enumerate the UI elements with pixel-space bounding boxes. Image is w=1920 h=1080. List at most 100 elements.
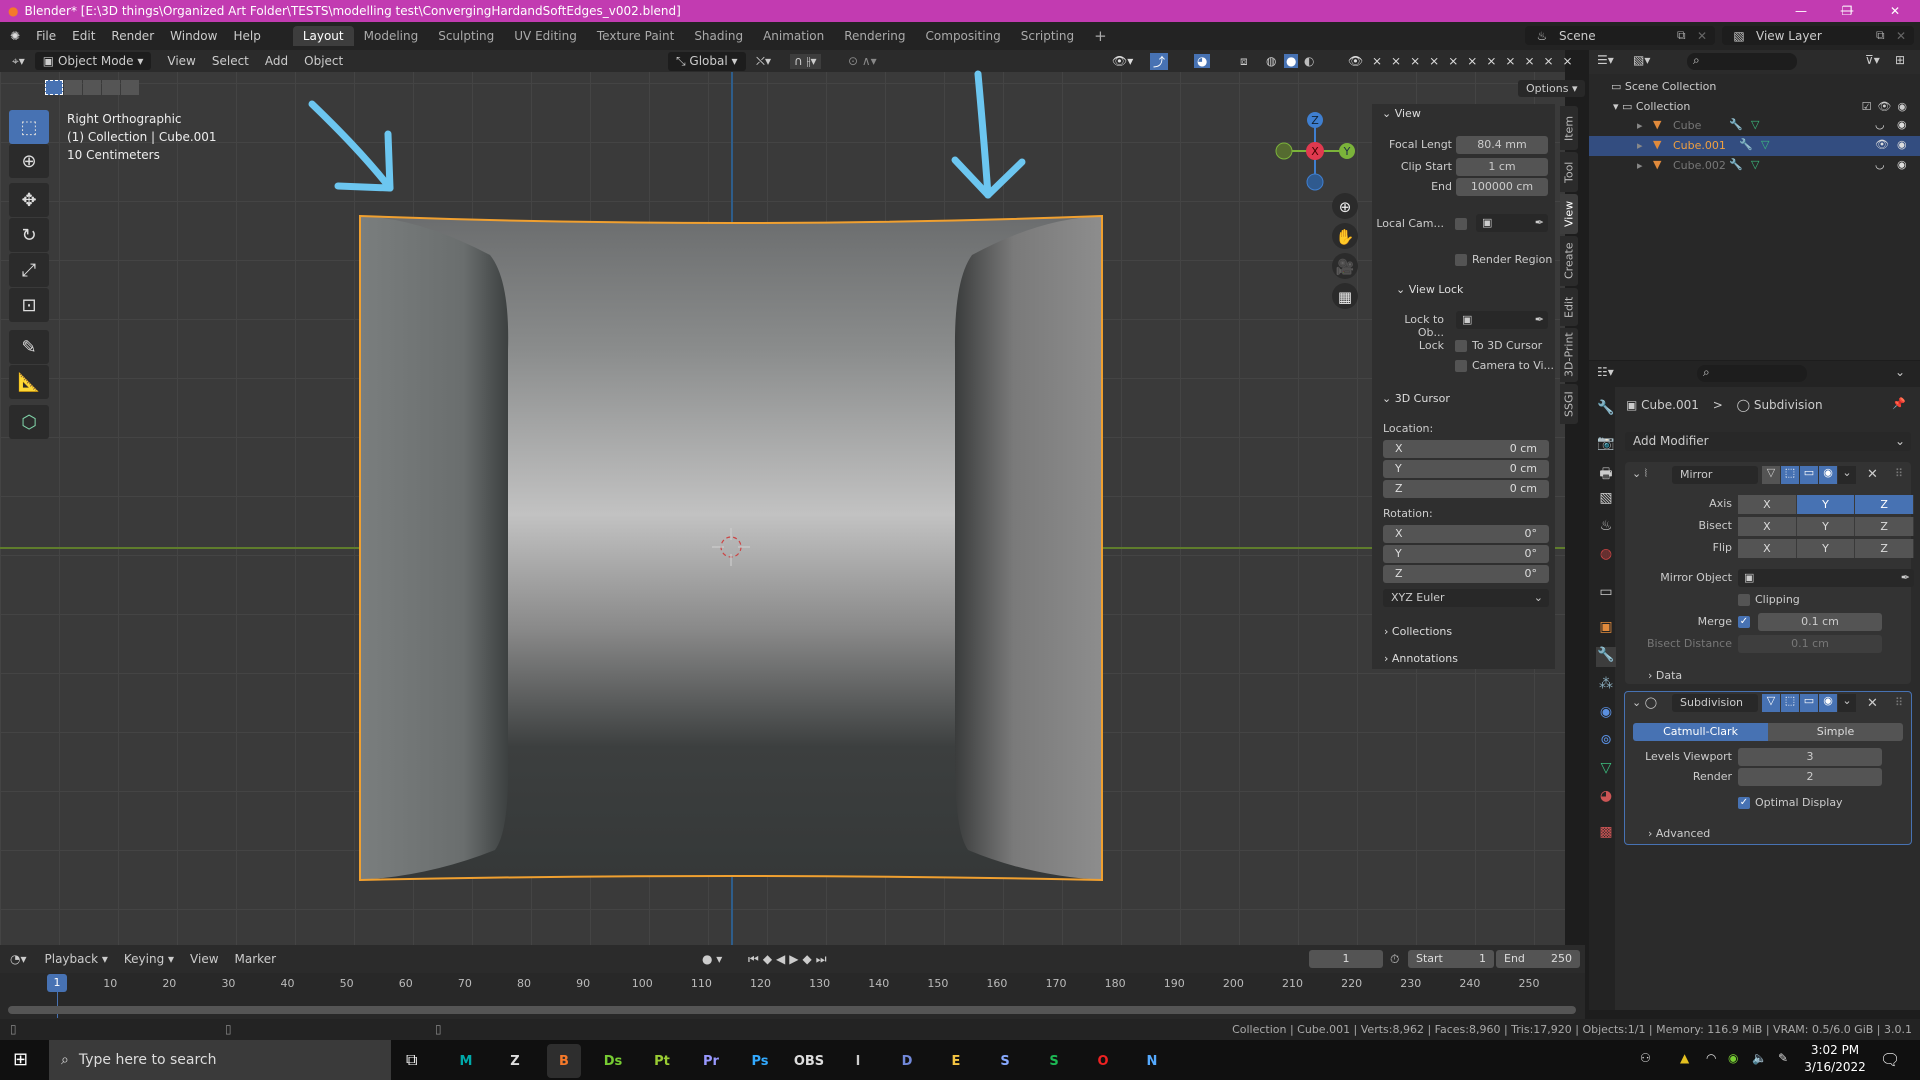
mirror-collapse-icon[interactable]: ⌄ ⦚ xyxy=(1632,467,1647,481)
taskbar-app-spotify-icon[interactable]: S xyxy=(1037,1044,1071,1078)
render-levels-field[interactable]: 2 xyxy=(1738,768,1882,786)
catmull-clark-button[interactable]: Catmull-Clark xyxy=(1633,723,1768,741)
timeline-menu-marker[interactable]: Marker xyxy=(227,952,284,966)
bisect-y-toggle[interactable]: Y xyxy=(1796,517,1856,536)
eye-closed-icon[interactable]: ◡ xyxy=(1875,158,1885,171)
workspace-tab-shading[interactable]: Shading xyxy=(684,26,753,46)
scene-properties-icon[interactable]: ♨ xyxy=(1596,518,1616,538)
rotation-mode-dropdown[interactable]: XYZ Euler ⌄ xyxy=(1383,589,1549,607)
outliner-object-row[interactable]: ▸ ▼ Cube.002 🔧 ▽ ◡ ◉ xyxy=(1589,156,1920,176)
output-properties-icon[interactable]: 🖶 xyxy=(1596,463,1616,483)
texture-properties-icon[interactable]: ▩ xyxy=(1596,824,1616,844)
flip-x-toggle[interactable]: X xyxy=(1738,539,1797,558)
timeline-scrollbar[interactable] xyxy=(8,1006,1576,1014)
render-icon[interactable]: ◉ xyxy=(1819,694,1837,712)
object-properties-icon[interactable]: ▣ xyxy=(1596,619,1616,639)
cursor-location-x-field[interactable]: X 0 cm xyxy=(1383,440,1549,458)
display-mode-icon[interactable]: ▧▾ xyxy=(1633,53,1650,67)
zoom-view-icon[interactable]: ⊕ xyxy=(1339,198,1352,216)
sidebar-tab-3d-print[interactable]: 3D-Print xyxy=(1560,328,1578,382)
pin-icon[interactable]: 📌 xyxy=(1892,397,1906,410)
outliner-editor-type-icon[interactable]: ☰▾ xyxy=(1597,53,1614,67)
volume-icon[interactable]: 🔈 xyxy=(1752,1051,1767,1065)
pen-icon[interactable]: ✎ xyxy=(1778,1051,1788,1065)
eyedropper-icon[interactable]: ✒ xyxy=(1535,214,1548,232)
timeline-menu-keying[interactable]: Keying ▾ xyxy=(116,952,182,966)
on-cage-icon[interactable]: ▽ xyxy=(1762,694,1780,712)
add-modifier-dropdown[interactable]: Add Modifier ⌄ xyxy=(1625,432,1911,451)
eyedropper-icon[interactable]: ✒ xyxy=(1535,311,1548,329)
delete-scene-icon[interactable]: ✕ xyxy=(1697,29,1715,43)
levels-viewport-field[interactable]: 3 xyxy=(1738,748,1882,766)
taskbar-search-input[interactable]: ⌕ Type here to search xyxy=(49,1040,391,1080)
taskbar-clock[interactable]: 3:02 PM 3/16/2022 xyxy=(1800,1042,1870,1076)
sidebar-tab-create[interactable]: Create xyxy=(1560,236,1578,286)
new-collection-icon[interactable]: ⊞ xyxy=(1895,53,1905,67)
auto-keying-icon[interactable]: ● ▾ xyxy=(702,952,722,966)
sidebar-tab-ssgi[interactable]: SSGI xyxy=(1560,384,1578,424)
clipping-checkbox[interactable] xyxy=(1738,594,1750,606)
new-view-layer-icon[interactable]: ⧉ xyxy=(1876,28,1896,43)
taskbar-app-live-icon[interactable]: l xyxy=(841,1044,875,1078)
tool-properties-icon[interactable]: 🔧 xyxy=(1596,400,1616,420)
new-scene-icon[interactable]: ⧉ xyxy=(1677,28,1697,43)
workspace-tab-texture-paint[interactable]: Texture Paint xyxy=(587,26,684,46)
view-layer-selector[interactable]: ▧ View Layer ⧉ ✕ xyxy=(1722,26,1914,45)
axis-y-toggle[interactable]: Y xyxy=(1796,495,1856,514)
current-frame-field[interactable]: 1 xyxy=(1309,950,1383,968)
taskbar-app-explorer-icon[interactable]: E xyxy=(939,1044,973,1078)
scene-selector[interactable]: ♨ Scene ⧉ ✕ xyxy=(1525,26,1715,45)
subdivision-collapse-icon[interactable]: ⌄ ◯ xyxy=(1632,696,1657,709)
view-lock-header[interactable]: ⌄ View Lock xyxy=(1396,283,1463,296)
subdivision-menu-icon[interactable]: ⌄ xyxy=(1838,694,1856,712)
material-properties-icon[interactable]: ◕ xyxy=(1596,788,1616,808)
jump-start-icon[interactable]: ⏮ xyxy=(748,952,763,966)
subdivision-drag-handle-icon[interactable]: ⠿ xyxy=(1895,696,1903,709)
data-properties-icon[interactable]: ▽ xyxy=(1596,760,1616,780)
bisect-z-toggle[interactable]: Z xyxy=(1855,517,1915,536)
windows-start-icon[interactable]: ⊞ xyxy=(13,1049,28,1070)
local-camera-picker[interactable]: ▣ ✒ xyxy=(1476,214,1548,232)
local-camera-checkbox[interactable] xyxy=(1455,218,1467,230)
edit-mode-icon[interactable]: ⬚ xyxy=(1781,466,1799,484)
render-icon[interactable]: ◉ xyxy=(1819,466,1837,484)
taskbar-app-opera-icon[interactable]: O xyxy=(1086,1044,1120,1078)
tray-app-icon[interactable]: ▲ xyxy=(1680,1051,1689,1065)
modifier-properties-icon[interactable]: 🔧 xyxy=(1596,647,1616,667)
particles-properties-icon[interactable]: ⁂ xyxy=(1596,676,1616,696)
optimal-display-checkbox[interactable]: ✓ xyxy=(1738,797,1750,809)
world-properties-icon[interactable]: ◍ xyxy=(1596,546,1616,566)
collections-section-header[interactable]: › Collections xyxy=(1384,625,1452,638)
menu-render[interactable]: Render xyxy=(103,29,162,43)
taskbar-app-discord-icon[interactable]: D xyxy=(890,1044,924,1078)
play-icon[interactable]: ▶ xyxy=(789,952,802,966)
modifier-wrench-icon[interactable]: 🔧 xyxy=(1729,118,1743,131)
workspace-tab-compositing[interactable]: Compositing xyxy=(916,26,1011,46)
outliner-object-row[interactable]: ▸ ▼ Cube.001 🔧 ▽ 👁 ◉ xyxy=(1589,136,1920,156)
focal-length-field[interactable]: 80.4 mm xyxy=(1456,136,1548,154)
add-workspace-button[interactable]: + xyxy=(1084,24,1117,48)
sidebar-tab-tool[interactable]: Tool xyxy=(1560,152,1578,192)
bisect-distance-field[interactable]: 0.1 cm xyxy=(1738,635,1882,653)
timeline-menu-playback[interactable]: Playback ▾ xyxy=(37,952,116,966)
render-camera-icon[interactable]: ◉ xyxy=(1897,158,1907,171)
mirror-menu-icon[interactable]: ⌄ xyxy=(1838,466,1856,484)
timeline-editor-type-icon[interactable]: ◔▾ xyxy=(0,952,37,966)
3d-cursor-section-header[interactable]: ⌄ 3D Cursor xyxy=(1382,392,1450,405)
taskbar-app-z-icon[interactable]: Z xyxy=(498,1044,532,1078)
pan-view-icon[interactable]: ✋ xyxy=(1336,228,1355,246)
view-layer-name[interactable]: View Layer xyxy=(1756,29,1876,43)
mirror-name-field[interactable]: Mirror xyxy=(1672,466,1758,484)
mesh-data-icon[interactable]: ▽ xyxy=(1761,138,1769,151)
delete-view-layer-icon[interactable]: ✕ xyxy=(1896,29,1914,43)
properties-options-icon[interactable]: ⌄ xyxy=(1895,365,1905,379)
minimize-button-glyph[interactable]: — xyxy=(1778,0,1824,22)
taskbar-app-steam-icon[interactable]: S xyxy=(988,1044,1022,1078)
taskbar-app-m-icon[interactable]: M xyxy=(449,1044,483,1078)
taskbar-app-pr-icon[interactable]: Pr xyxy=(694,1044,728,1078)
modifier-wrench-icon[interactable]: 🔧 xyxy=(1739,138,1753,151)
properties-editor-type-icon[interactable]: ☷▾ xyxy=(1597,365,1614,379)
network-icon[interactable]: ◠ xyxy=(1706,1051,1716,1065)
cursor-location-y-field[interactable]: Y 0 cm xyxy=(1383,460,1549,478)
timeline-menu-view[interactable]: View xyxy=(182,952,226,966)
